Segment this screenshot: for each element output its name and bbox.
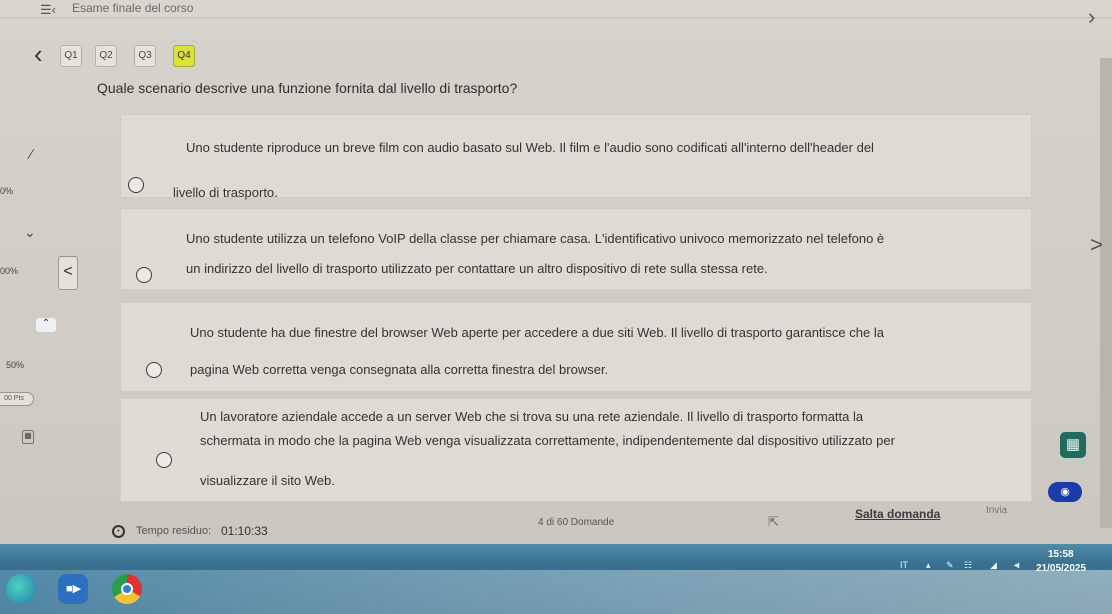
side-percent-c: 50%: [6, 360, 25, 370]
question-text: Quale scenario descrive una funzione for…: [97, 80, 518, 96]
option-4-line-1: Un lavoratore aziendale accede a un serv…: [200, 409, 864, 424]
timer-icon: •: [112, 525, 125, 538]
option-1-line-1: Uno studente riproduce un breve film con…: [186, 140, 874, 155]
exam-title: Esame finale del corso: [72, 1, 194, 15]
side-chevron-down-icon: ⌄: [24, 224, 36, 240]
side-percent-a: 0%: [0, 186, 14, 196]
skip-question-link[interactable]: Salta domanda: [855, 507, 940, 521]
previous-question-icon[interactable]: ‹: [34, 41, 43, 67]
tray-wifi-icon[interactable]: ◢: [990, 560, 997, 571]
option-3-line-2: pagina Web corretta venga consegnata all…: [190, 362, 609, 377]
tab-label: Q1: [64, 50, 78, 61]
tab-q4[interactable]: Q4: [173, 45, 195, 67]
taskbar-glow: [0, 570, 1112, 614]
submit-button[interactable]: Invia: [986, 505, 1007, 516]
next-question-icon[interactable]: >: [1090, 234, 1103, 256]
timer-value: 01:10:33: [221, 524, 268, 538]
timer-label: Tempo residuo:: [136, 525, 212, 537]
radio-option-1[interactable]: [128, 177, 144, 193]
tab-q1[interactable]: Q1: [60, 45, 82, 67]
tray-volume-icon[interactable]: ◄: [1012, 560, 1021, 570]
option-3-line-1: Uno studente ha due finestre del browser…: [190, 325, 884, 340]
side-pill-label: 00 Pts: [4, 395, 24, 402]
radio-option-4[interactable]: [156, 452, 172, 468]
tab-label: Q2: [99, 50, 113, 61]
assistant-badge-icon[interactable]: ◉: [1048, 482, 1082, 502]
video-camera-icon: ■▶: [66, 583, 82, 595]
clock-date[interactable]: 21/05/2025: [1036, 563, 1086, 574]
option-4-line-3: visualizzare il sito Web.: [200, 473, 335, 488]
tray-chevron-up-icon[interactable]: ▴: [926, 560, 931, 571]
side-prev-button[interactable]: <: [58, 256, 78, 290]
option-1-line-2: livello di trasporto.: [173, 185, 278, 200]
side-percent-b: 00%: [0, 266, 19, 276]
chrome-center-icon: [121, 583, 133, 595]
clock-time[interactable]: 15:58: [1048, 549, 1074, 560]
calculator-icon[interactable]: ▦: [1060, 432, 1086, 458]
side-chevron-up-icon[interactable]: ⌃: [36, 318, 56, 332]
chevron-right-icon[interactable]: ›: [1088, 6, 1095, 28]
option-4-line-2: schermata in modo che la pagina Web veng…: [200, 433, 895, 448]
tray-network-icon[interactable]: ☷: [964, 560, 972, 571]
side-chevron-icon: ∕: [30, 146, 33, 162]
edge-browser-icon[interactable]: [6, 574, 36, 604]
option-2-line-1: Uno studente utilizza un telefono VoIP d…: [186, 231, 885, 246]
mouse-cursor-icon: ⇱: [768, 514, 779, 529]
radio-option-3[interactable]: [146, 362, 162, 378]
tray-pen-icon[interactable]: ✎: [946, 560, 954, 571]
tab-q2[interactable]: Q2: [95, 45, 117, 67]
screen: ☰‹ Esame finale del corso › ‹ Q1 Q2 Q3 Q…: [0, 0, 1112, 614]
side-score-pill: 00 Pts: [0, 392, 34, 406]
menu-back-icon[interactable]: ☰‹: [40, 2, 56, 18]
tab-q3[interactable]: Q3: [134, 45, 156, 67]
tab-label: Q4: [177, 50, 191, 61]
side-calculator-icon: ▦: [22, 430, 34, 444]
radio-option-2[interactable]: [136, 267, 152, 283]
right-panel-edge: [1100, 58, 1112, 528]
tab-label: Q3: [138, 50, 152, 61]
next-question-label: >: [1090, 232, 1103, 257]
tray-language[interactable]: IT: [900, 560, 908, 570]
side-prev-label: <: [63, 263, 73, 280]
question-counter: 4 di 60 Domande: [538, 517, 615, 528]
option-2-line-2: un indirizzo del livello di trasporto ut…: [186, 261, 768, 276]
